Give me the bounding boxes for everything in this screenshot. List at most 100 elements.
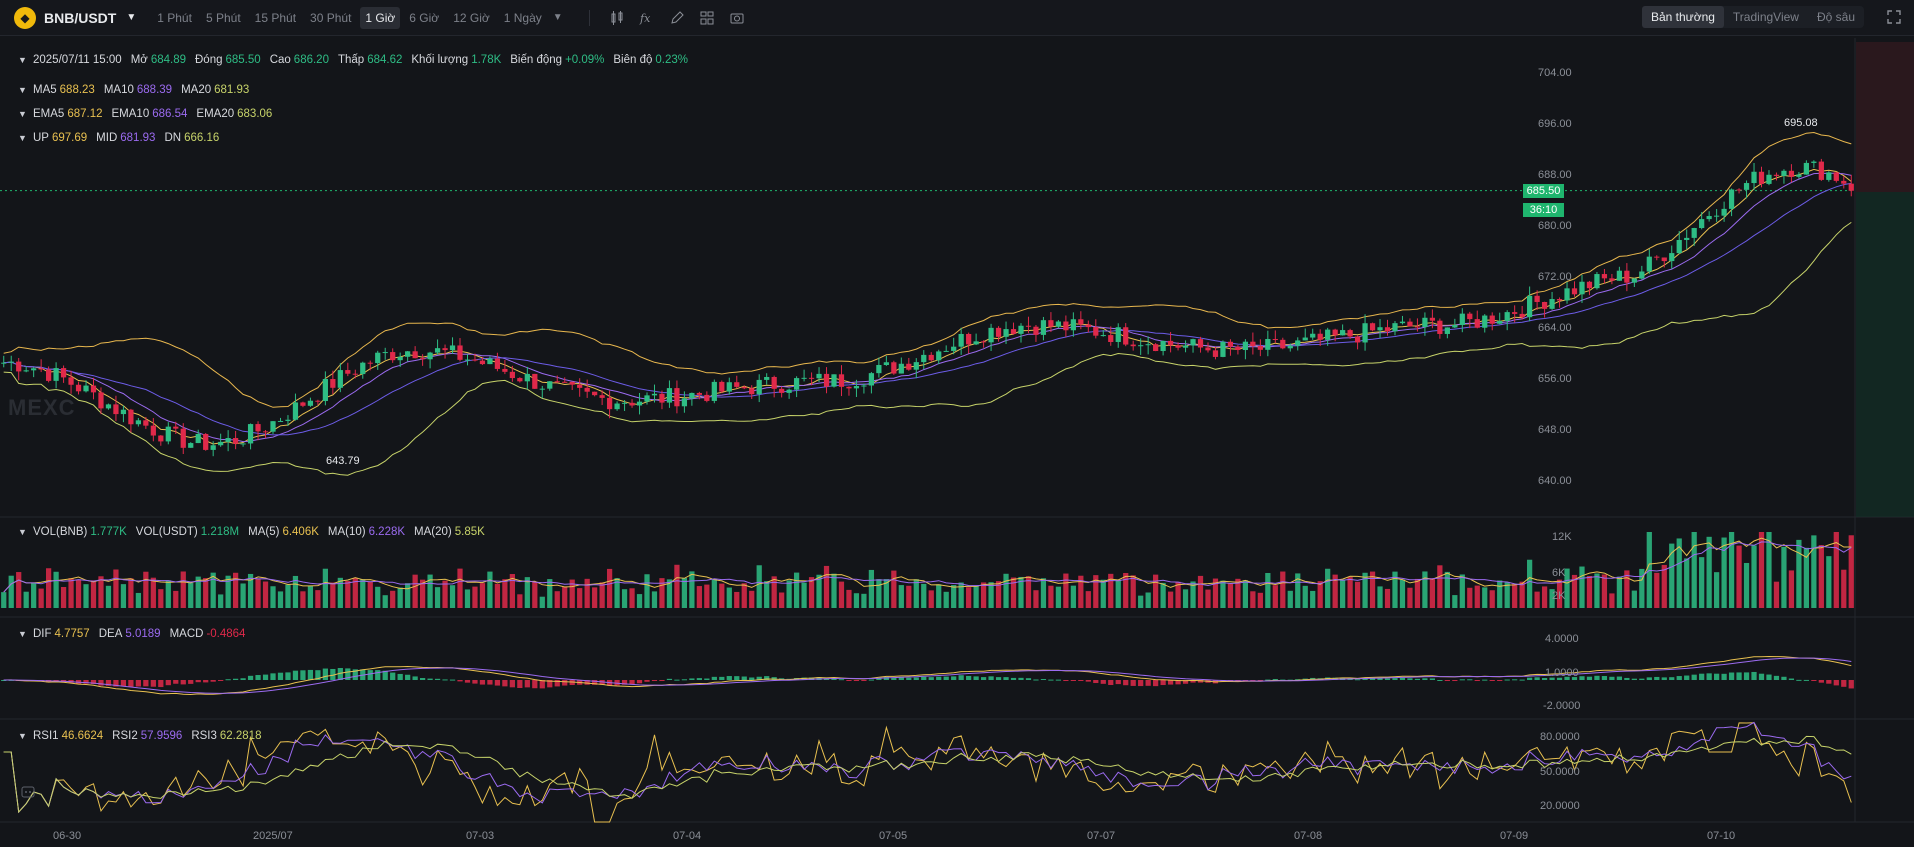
macd-bar [509,680,515,688]
collapse-chevron-icon[interactable]: ▼ [18,527,28,537]
macd-bar [173,680,179,684]
candle-body [1728,189,1735,209]
candle-body [711,381,717,401]
ema5-label: EMA5 [33,108,65,120]
candle-body [1676,239,1682,254]
candle-body [1160,340,1166,352]
volume-bar [1272,585,1278,608]
candle-body [1347,330,1353,337]
macd-bar [696,678,702,680]
price-tick: 696.00 [1538,118,1572,130]
candle-body [1265,338,1271,350]
candle-body [98,392,104,409]
candle-body [1624,270,1630,283]
candle-body [1669,253,1675,262]
candle-body [1257,345,1263,350]
candle-body [427,352,433,360]
macd-bar [1512,679,1518,681]
low-label: Thấp [337,54,365,66]
volume-bar [943,591,949,608]
vol-ma10-value: 6.228K [368,526,406,538]
collapse-chevron-icon[interactable]: ▼ [18,85,28,95]
candle-body [1616,270,1623,281]
macd-bar [1646,677,1652,680]
volume-bar [405,583,411,608]
volume-bar [1085,591,1091,608]
volume-bar [1699,557,1705,608]
volume-bar [951,585,957,608]
volume-bar [1586,575,1593,608]
macd-bar [1085,680,1091,682]
candle-body [532,373,538,389]
volume-bar [1070,585,1076,608]
macd-bar [1055,679,1062,681]
macd-bar [472,680,478,684]
volume-bar [352,578,358,608]
price-chart[interactable] [0,0,1914,847]
macd-bar [1018,677,1024,680]
macd-bar [1033,679,1039,681]
volume-bar [876,579,882,608]
macd-bar [120,680,127,687]
macd-bar [1609,676,1615,680]
volume-bar [906,585,912,608]
candle-body [120,409,127,415]
macd-bar [300,670,306,680]
ohlc-info: ▼ 2025/07/11 15:00 Mở 684.89 Đóng 685.50 C… [18,54,697,66]
candle-body [262,431,269,433]
candle-body [1429,317,1436,321]
macd-bar [262,674,269,680]
macd-bar [322,668,328,680]
candle-body [1654,256,1660,258]
dif-value: 4.7757 [54,628,90,640]
macd-label: MACD [169,628,204,640]
volume-value: 1.78K [471,54,502,66]
collapse-chevron-icon[interactable]: ▼ [18,55,28,65]
volume-bar [360,579,366,608]
macd-bar [1354,679,1361,681]
candle-body [1691,228,1697,238]
settings-bot-icon[interactable] [20,784,36,800]
volume-bar [1033,590,1039,608]
volume-bar [1250,591,1256,608]
price-tick: 680.00 [1538,220,1572,232]
candle-body [1803,162,1809,175]
macd-bar [1504,679,1510,681]
collapse-chevron-icon[interactable]: ▼ [18,629,28,639]
candle-body [240,443,246,445]
macd-bar [921,676,927,680]
macd-bar [1833,680,1839,686]
rsi3-value: 62.2818 [219,730,262,742]
collapse-chevron-icon[interactable]: ▼ [18,731,28,741]
macd-bar [1519,679,1525,681]
candle-body [1743,183,1750,190]
candle-body [247,424,254,444]
vol-usdt-value: 1.218M [200,526,240,538]
volume-bar [711,578,717,608]
rsi2-value: 57.9596 [140,730,183,742]
macd-bar [681,679,688,681]
candle-body [75,384,82,392]
collapse-chevron-icon[interactable]: ▼ [18,109,28,119]
candle-body [801,377,807,379]
collapse-chevron-icon[interactable]: ▼ [18,133,28,143]
candle-body [659,393,665,403]
macd-bar [247,675,254,680]
volume-bar [726,587,732,608]
axis-shade-up [1856,192,1914,517]
volume-bar [838,581,845,608]
candle-body [1601,274,1608,279]
price-tick: 648.00 [1538,424,1572,436]
volume-bar [719,583,725,608]
candle-body [1220,341,1226,357]
candle-body [1564,288,1570,301]
macd-bar [1586,676,1593,680]
macd-bar [135,680,141,687]
candle-body [16,361,22,372]
volume-bar [277,591,284,608]
candle-body [651,393,658,396]
volume-bar [629,588,635,608]
candle-body [1751,171,1757,184]
axis-shade-down [1856,42,1914,192]
macd-bar [644,680,650,682]
